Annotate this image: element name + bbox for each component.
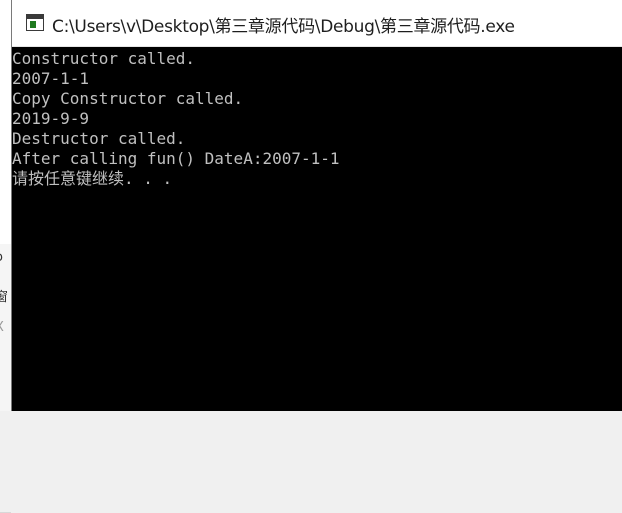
console-line: After calling fun() DateA:2007-1-1 [12, 149, 340, 168]
console-titlebar[interactable]: C:\Users\v\Desktop\第三章源代码\Debug\第三章源代码.e… [12, 0, 622, 47]
background-window-close-fragment[interactable]: X [0, 321, 4, 335]
background-window-text-fragment: 窗 [0, 290, 9, 305]
console-line: Constructor called. [12, 49, 196, 68]
console-app-icon-bar [27, 15, 43, 19]
window-title: C:\Users\v\Desktop\第三章源代码\Debug\第三章源代码.e… [52, 17, 515, 37]
console-line: Copy Constructor called. [12, 89, 244, 108]
console-line: Destructor called. [12, 129, 186, 148]
console-app-icon[interactable] [26, 14, 44, 31]
console-output: Constructor called. 2007-1-1 Copy Constr… [12, 49, 340, 189]
console-app-icon-screen [30, 21, 36, 28]
console-prompt-line: 请按任意键继续. . . [12, 169, 173, 188]
console-line: 2007-1-1 [12, 69, 90, 88]
console-window[interactable]: C:\Users\v\Desktop\第三章源代码\Debug\第三章源代码.e… [11, 0, 622, 411]
console-output-area[interactable]: Constructor called. 2007-1-1 Copy Constr… [12, 47, 622, 411]
background-window-text-fragment: o [0, 251, 3, 265]
console-line: 2019-9-9 [12, 109, 90, 128]
